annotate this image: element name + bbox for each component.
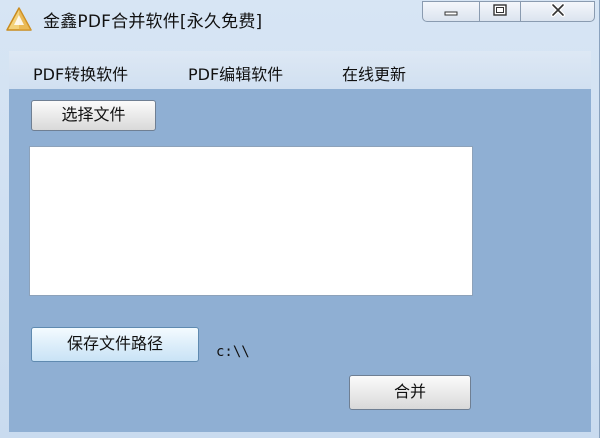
merge-button[interactable]: 合并 <box>349 375 471 410</box>
main-panel: 选择文件 保存文件路径 c:\\ 合并 <box>9 89 591 432</box>
close-button[interactable] <box>520 1 595 22</box>
title-bar[interactable]: 金鑫PDF合并软件[永久免费] <box>0 0 600 44</box>
save-path-button[interactable]: 保存文件路径 <box>31 327 199 362</box>
warning-triangle-icon <box>5 6 33 32</box>
minimize-button[interactable] <box>422 1 480 22</box>
menu-bar: PDF转换软件 PDF编辑软件 在线更新 <box>9 51 591 89</box>
window-title: 金鑫PDF合并软件[永久免费] <box>43 12 263 32</box>
file-list[interactable] <box>29 146 473 296</box>
app-window: 金鑫PDF合并软件[永久免费] PDF转换软件 PDF编辑软件 在线更新 选择文… <box>0 0 600 438</box>
menu-item-pdf-edit[interactable]: PDF编辑软件 <box>188 61 283 85</box>
minimize-icon <box>443 2 459 21</box>
select-file-button[interactable]: 选择文件 <box>31 100 156 131</box>
save-path-value: c:\\ <box>216 344 250 360</box>
menu-item-online-update[interactable]: 在线更新 <box>342 61 406 85</box>
maximize-icon <box>492 2 508 21</box>
close-icon <box>550 2 566 21</box>
maximize-button[interactable] <box>479 1 521 22</box>
menu-item-pdf-convert[interactable]: PDF转换软件 <box>33 61 128 85</box>
